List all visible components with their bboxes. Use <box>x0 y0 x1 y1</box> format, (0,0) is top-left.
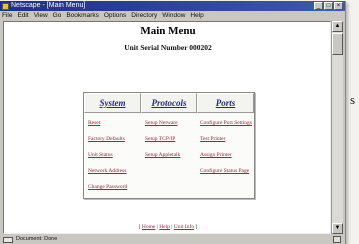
menu-go[interactable]: Go <box>53 11 62 20</box>
footer-link-help[interactable]: Help <box>159 224 170 230</box>
title-bar: Netscape - [Main Menu] _ □ × <box>0 1 345 11</box>
link-configure-port-settings[interactable]: Configure Port Settings <box>200 120 252 126</box>
column-header-protocols[interactable]: Protocols <box>141 93 197 113</box>
vertical-scrollbar[interactable]: ▲ ▼ <box>331 21 343 234</box>
window-title: Netscape - [Main Menu] <box>11 2 86 9</box>
link-setup-appletalk[interactable]: Setup Appletalk <box>145 152 180 158</box>
status-text: Document: Done <box>16 236 58 242</box>
column-header-system[interactable]: System <box>84 93 141 113</box>
menu-directory[interactable]: Directory <box>131 11 157 20</box>
menu-bar: File Edit View Go Bookmarks Options Dire… <box>0 11 345 20</box>
netscape-app-icon <box>2 2 9 10</box>
column-header-ports[interactable]: Ports <box>197 93 254 113</box>
minimize-button[interactable]: _ <box>314 2 323 10</box>
link-network-address[interactable]: Network Address <box>88 168 126 174</box>
link-setup-tcpip[interactable]: Setup TCP/IP <box>145 136 175 142</box>
status-bar: Document: Done <box>0 235 345 244</box>
scroll-down-icon[interactable]: ▼ <box>332 223 343 234</box>
menu-bookmarks[interactable]: Bookmarks <box>66 11 99 20</box>
maximize-button[interactable]: □ <box>324 2 333 10</box>
footer-nav: [ Home | Help | Unit Info ] <box>138 224 198 230</box>
serial-number-heading: Unit Serial Number 000202 <box>124 43 212 52</box>
page-viewport: Main Menu Unit Serial Number 000202 Syst… <box>3 21 331 234</box>
link-configure-status-page[interactable]: Configure Status Page <box>200 168 249 174</box>
menu-file[interactable]: File <box>2 11 12 20</box>
menu-edit[interactable]: Edit <box>17 11 28 20</box>
menu-view[interactable]: View <box>34 11 48 20</box>
main-menu-table: System Protocols Ports Reset Factory Def… <box>83 92 255 199</box>
link-test-printer[interactable]: Test Printer <box>200 136 225 142</box>
page-title: Main Menu <box>140 25 196 37</box>
scroll-up-icon[interactable]: ▲ <box>332 21 343 32</box>
link-assign-printer[interactable]: Assign Printer <box>200 152 232 158</box>
link-setup-netware[interactable]: Setup Netware <box>145 120 178 126</box>
footer-link-home[interactable]: Home <box>142 224 155 230</box>
window-controls: _ □ × <box>314 2 343 10</box>
menu-options[interactable]: Options <box>104 11 126 20</box>
menu-window[interactable]: Window <box>162 11 185 20</box>
footer-close-bracket: ] <box>195 224 198 230</box>
close-button[interactable]: × <box>334 2 343 10</box>
menu-help[interactable]: Help <box>190 11 203 20</box>
mail-icon[interactable] <box>333 236 341 243</box>
scroll-thumb[interactable] <box>332 33 343 55</box>
footer-link-unit-info[interactable]: Unit Info <box>174 224 194 230</box>
footer-open-bracket: [ <box>138 224 141 230</box>
background-text-fragment: s <box>350 92 356 107</box>
link-factory-defaults[interactable]: Factory Defaults <box>88 136 125 142</box>
security-key-icon <box>3 236 13 243</box>
link-reset[interactable]: Reset <box>88 120 100 126</box>
link-change-password[interactable]: Change Password <box>88 184 127 190</box>
browser-window: Netscape - [Main Menu] _ □ × File Edit V… <box>0 1 346 244</box>
link-unit-status[interactable]: Unit Status <box>88 152 113 158</box>
